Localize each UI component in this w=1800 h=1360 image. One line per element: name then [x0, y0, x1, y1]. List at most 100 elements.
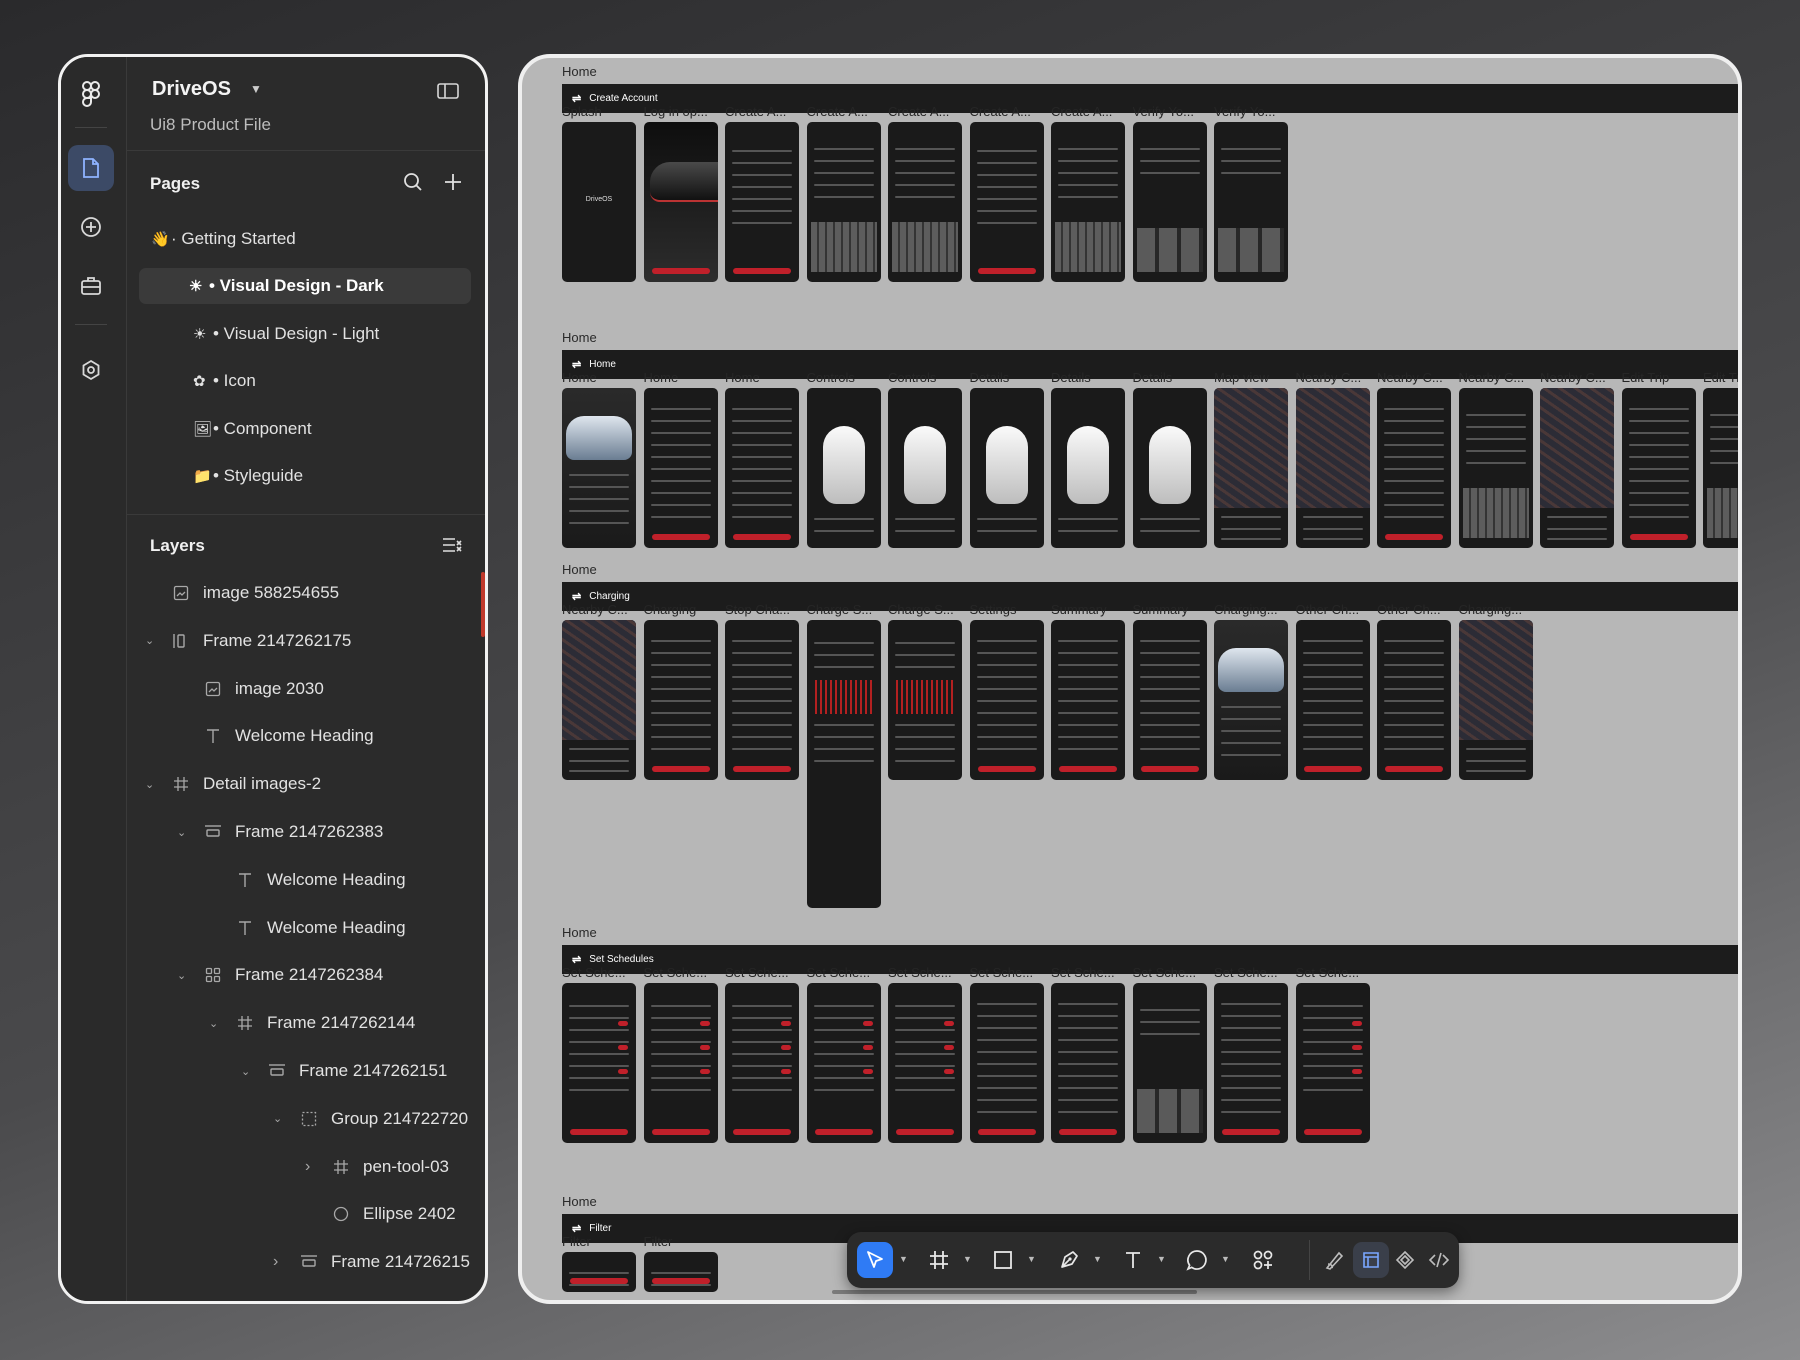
draw-icon[interactable] — [1317, 1242, 1353, 1278]
screen-thumbnail[interactable] — [643, 122, 718, 282]
screen-thumbnail[interactable] — [1621, 388, 1696, 548]
layer-row[interactable]: ⌄ Frame 2147262384 — [177, 960, 383, 990]
screen-thumbnail[interactable] — [562, 620, 636, 780]
screen-thumbnail[interactable]: DriveOS — [562, 122, 636, 282]
prototype-icon[interactable] — [1387, 1242, 1423, 1278]
layer-row[interactable]: Welcome Heading — [209, 913, 406, 943]
screen-thumbnail[interactable] — [806, 983, 881, 1143]
page-item[interactable]: ☀ • Visual Design - Dark — [139, 268, 471, 304]
screen-thumbnail[interactable] — [888, 620, 962, 780]
layer-row[interactable]: › Frame 214726215 — [273, 1247, 470, 1277]
canvas-horizontal-scrollbar[interactable] — [832, 1290, 1197, 1294]
screen-thumbnail[interactable] — [1377, 388, 1451, 548]
screen-thumbnail[interactable] — [643, 983, 718, 1143]
screen-thumbnail[interactable] — [888, 122, 962, 282]
layers-options-icon[interactable] — [441, 536, 463, 559]
screen-thumbnail[interactable] — [888, 983, 962, 1143]
screen-thumbnail[interactable] — [562, 983, 636, 1143]
page-item[interactable]: ☀ • Visual Design - Light — [139, 316, 471, 352]
screen-thumbnail[interactable] — [1051, 983, 1125, 1143]
page-item[interactable]: 👋 · Getting Started — [139, 221, 471, 257]
text-tool-icon[interactable] — [1115, 1242, 1151, 1278]
screen-thumbnail[interactable] — [1703, 388, 1738, 548]
dev-mode-icon[interactable] — [1421, 1242, 1457, 1278]
figma-menu-icon[interactable] — [68, 71, 114, 117]
screen-thumbnail[interactable] — [562, 1252, 636, 1292]
layer-row[interactable]: Welcome Heading — [209, 865, 406, 895]
layer-row[interactable]: ⌄ Detail images-2 — [145, 769, 321, 799]
screen-thumbnail[interactable] — [1051, 388, 1125, 548]
screen-thumbnail[interactable] — [1214, 388, 1288, 548]
layer-row[interactable]: image 2030 — [177, 674, 324, 704]
screen-thumbnail[interactable] — [969, 620, 1044, 780]
canvas[interactable]: Home ⇌ Create Account Splash DriveOS Log in o… — [518, 54, 1742, 1304]
screen-thumbnail[interactable] — [1458, 388, 1533, 548]
comment-icon[interactable] — [1179, 1242, 1215, 1278]
screen-thumbnail[interactable] — [1051, 122, 1125, 282]
text-tool-caret-icon[interactable]: ▼ — [1157, 1254, 1166, 1264]
toolbox-icon[interactable] — [68, 263, 114, 309]
actions-icon[interactable] — [1245, 1242, 1281, 1278]
page-item[interactable]: 📁 • Styleguide — [139, 458, 471, 494]
panel-scrollbar[interactable] — [481, 572, 485, 637]
comment-tool-caret-icon[interactable]: ▼ — [1221, 1254, 1230, 1264]
screen-thumbnail[interactable] — [1295, 983, 1370, 1143]
screen-thumbnail[interactable] — [725, 620, 799, 780]
screen-thumbnail[interactable] — [1132, 983, 1207, 1143]
screen-thumbnail[interactable] — [806, 122, 881, 282]
shape-tool-caret-icon[interactable]: ▼ — [1027, 1254, 1036, 1264]
pen-tool-caret-icon[interactable]: ▼ — [1093, 1254, 1102, 1264]
layer-row[interactable]: ⌄ Frame 2147262151 — [241, 1056, 447, 1086]
file-pages-icon[interactable] — [68, 145, 114, 191]
screen-thumbnail[interactable] — [969, 983, 1044, 1143]
design-mode-icon[interactable] — [1353, 1242, 1389, 1278]
page-item[interactable]: 🖼 • Component — [139, 411, 471, 447]
panel-toggle-icon[interactable] — [437, 83, 459, 104]
layer-row[interactable]: › pen-tool-03 — [305, 1152, 449, 1182]
screen-thumbnail[interactable] — [969, 388, 1044, 548]
chevron-down-icon[interactable]: ⌄ — [273, 1112, 291, 1125]
chevron-down-icon[interactable]: ⌄ — [209, 1017, 227, 1030]
chevron-down-icon[interactable]: ▼ — [250, 82, 262, 96]
screen-thumbnail[interactable] — [1214, 983, 1288, 1143]
page-item[interactable]: ✿ • Icon — [139, 363, 471, 399]
search-pages-icon[interactable] — [403, 172, 423, 197]
screen-thumbnail[interactable] — [643, 388, 718, 548]
pen-icon[interactable] — [1051, 1242, 1087, 1278]
screen-thumbnail[interactable] — [1377, 620, 1451, 780]
screen-thumbnail[interactable] — [643, 1252, 718, 1292]
file-name[interactable]: DriveOS — [152, 78, 231, 101]
screen-thumbnail[interactable] — [1132, 388, 1207, 548]
move-tool-caret-icon[interactable]: ▼ — [899, 1254, 908, 1264]
chevron-right-icon[interactable]: › — [305, 1158, 323, 1176]
screen-thumbnail[interactable] — [1214, 620, 1288, 780]
layer-row[interactable]: ⌄ Frame 2147262383 — [177, 817, 383, 847]
chevron-down-icon[interactable]: ⌄ — [145, 778, 163, 791]
screen-thumbnail[interactable] — [725, 388, 799, 548]
screen-thumbnail[interactable] — [1132, 122, 1207, 282]
screen-thumbnail[interactable] — [1132, 620, 1207, 780]
chevron-down-icon[interactable]: ⌄ — [145, 634, 163, 647]
screen-thumbnail[interactable] — [1295, 388, 1370, 548]
screen-thumbnail[interactable] — [1295, 620, 1370, 780]
layer-row[interactable]: ⌄ Frame 2147262144 — [209, 1008, 415, 1038]
chevron-right-icon[interactable]: › — [273, 1253, 291, 1271]
screen-thumbnail[interactable] — [643, 620, 718, 780]
screen-thumbnail[interactable] — [969, 122, 1044, 282]
screen-thumbnail[interactable] — [725, 983, 799, 1143]
chevron-down-icon[interactable]: ⌄ — [241, 1065, 259, 1078]
screen-thumbnail[interactable] — [725, 122, 799, 282]
settings-icon[interactable] — [68, 347, 114, 393]
screen-thumbnail[interactable] — [806, 388, 881, 548]
layer-row[interactable]: ⌄ Frame 2147262175 — [145, 626, 351, 656]
screen-thumbnail[interactable] — [1214, 122, 1288, 282]
screen-thumbnail[interactable] — [562, 388, 636, 548]
layer-row[interactable]: image 588254655 — [145, 578, 339, 608]
layer-row[interactable]: Welcome Heading — [177, 721, 374, 751]
move-icon[interactable] — [857, 1242, 893, 1278]
layer-row[interactable]: ⌄ Group 214722720 — [273, 1104, 468, 1134]
add-page-icon[interactable] — [443, 172, 463, 197]
rectangle-icon[interactable] — [985, 1242, 1021, 1278]
chevron-down-icon[interactable]: ⌄ — [177, 969, 195, 982]
layer-row[interactable]: Ellipse 2402 — [305, 1199, 456, 1229]
